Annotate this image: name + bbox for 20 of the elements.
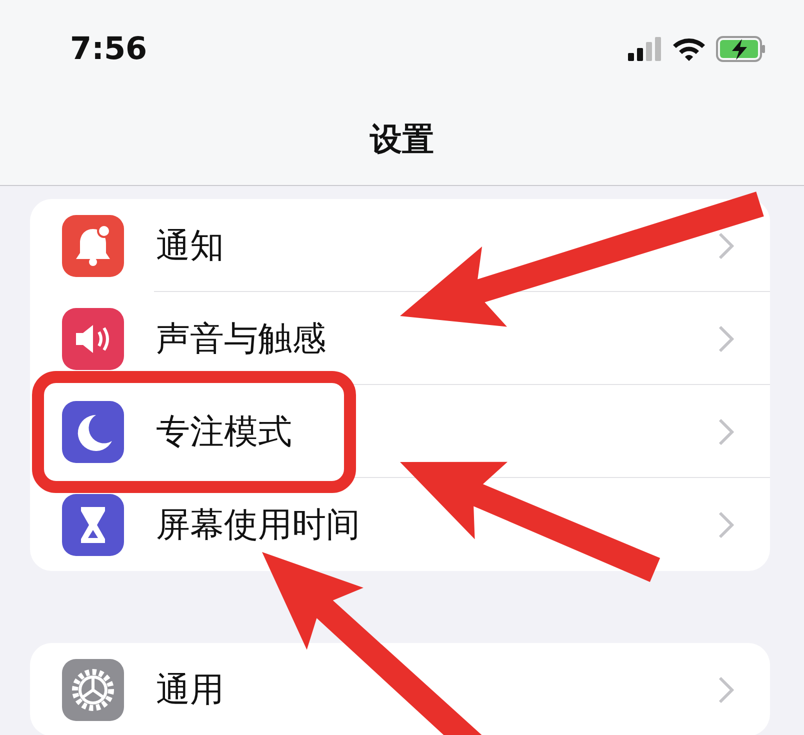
chevron-icon: [718, 676, 734, 704]
chevron-icon: [718, 324, 734, 352]
nav-title: 设置: [368, 119, 435, 160]
row-label: 通知: [156, 224, 224, 268]
gear-icon: [62, 658, 124, 720]
status-time: 7:56: [70, 31, 148, 67]
chevron-icon: [718, 418, 734, 446]
bell-icon: [62, 214, 124, 276]
chevron-icon: [718, 510, 734, 538]
signal-icon: [628, 37, 662, 61]
row-label: 声音与触感: [156, 318, 326, 360]
wifi-icon: [672, 36, 706, 62]
chevron-icon: [718, 232, 734, 260]
battery-icon: [716, 36, 766, 62]
row-label: 屏幕使用时间: [156, 504, 360, 546]
speaker-icon: [62, 308, 124, 370]
row-label: 通用: [156, 668, 224, 712]
hourglass-icon: [62, 494, 124, 556]
row-label: 专注模式: [156, 410, 292, 454]
moon-icon: [62, 400, 124, 462]
